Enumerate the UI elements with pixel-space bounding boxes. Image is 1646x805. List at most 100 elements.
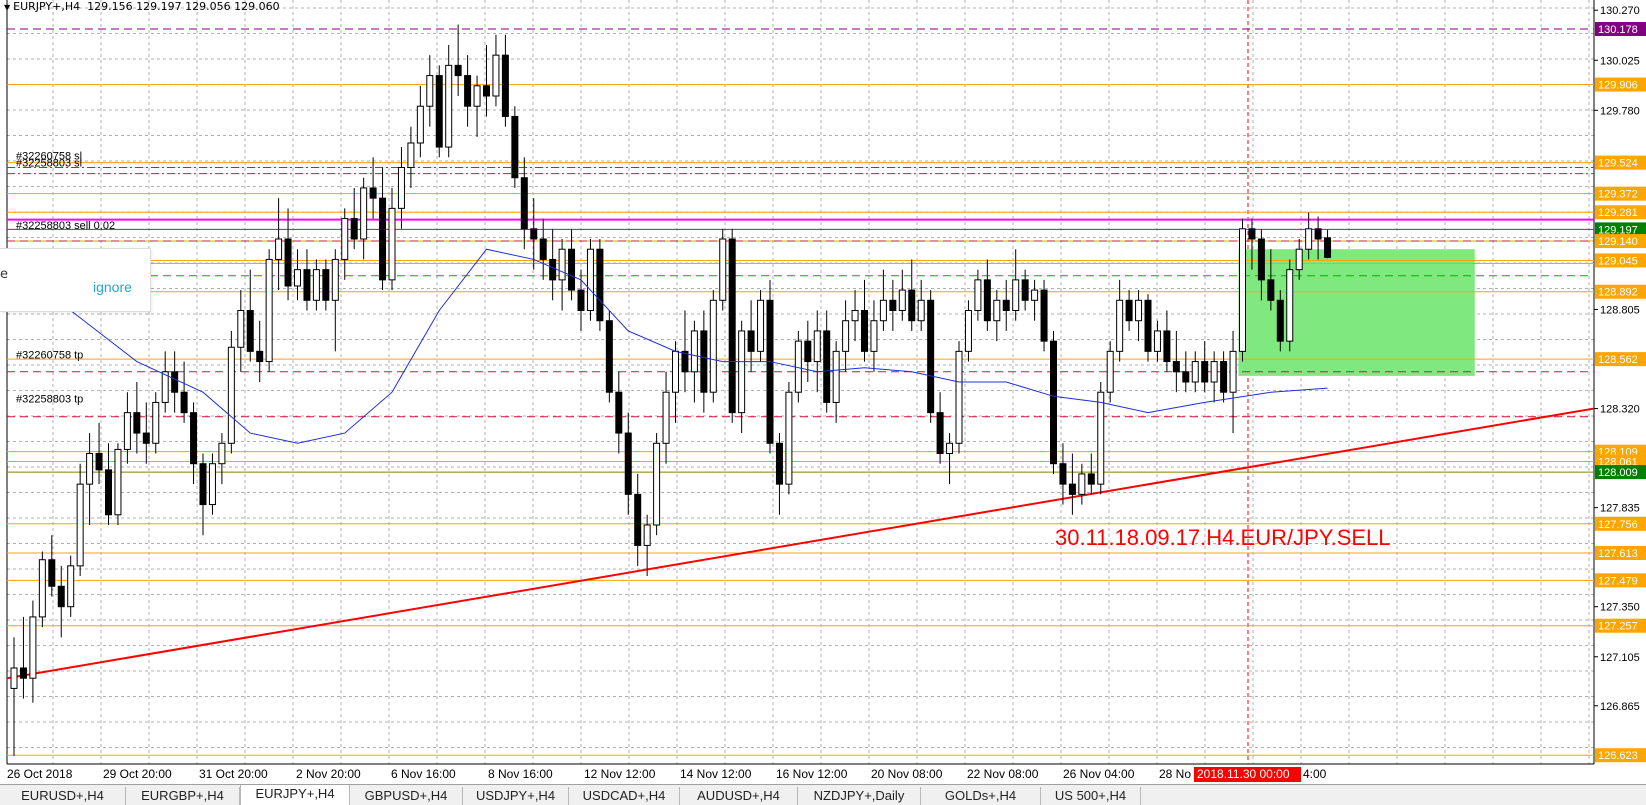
chart-header: ▼ EURJPY+,H4 129.156 129.197 129.056 129.… (4, 0, 280, 13)
candle (1201, 341, 1209, 393)
candle (199, 453, 207, 536)
price-tag-label: 129.281 (1598, 207, 1638, 219)
chart-tab[interactable]: NZDJPY+,Daily (798, 787, 921, 805)
candle-body (57, 585, 65, 608)
candle (312, 259, 320, 311)
candle (19, 616, 27, 699)
candle (823, 310, 831, 413)
time-label: 20 Nov 08:00 (871, 767, 943, 781)
price-tick-label: 127.105 (1600, 652, 1640, 664)
candle-body (794, 340, 802, 393)
time-label: 16 Nov 12:00 (776, 767, 848, 781)
candle (719, 228, 727, 311)
ignore-link[interactable]: ignore (93, 279, 132, 295)
price-tick-label: 126.865 (1600, 701, 1640, 713)
chart-tab[interactable]: GBPUSD+,H4 (350, 787, 463, 805)
candle-body (861, 310, 868, 352)
price-tag-label: 127.756 (1598, 519, 1638, 531)
candle (539, 218, 547, 280)
candle-body (1172, 361, 1180, 373)
candle-body (1257, 238, 1265, 281)
price-tick-label: 130.270 (1600, 5, 1640, 17)
candle-body (870, 320, 878, 352)
candle (1286, 259, 1294, 352)
candle (964, 300, 972, 362)
candle-body (303, 269, 311, 301)
time-label: 29 Oct 20:00 (103, 767, 172, 781)
chart-tab[interactable]: GOLDs+,H4 (921, 787, 1041, 805)
candle-body (983, 279, 991, 322)
order-label: #32258803 tp (16, 393, 83, 405)
candle-body (237, 310, 245, 348)
price-tag-label: 126.623 (1598, 750, 1638, 762)
price-chart[interactable]: #32260758 sl#32258803 sl#32258803 sell 0… (0, 0, 1646, 804)
candle (520, 157, 528, 250)
candle-body (1267, 279, 1275, 301)
candle (1012, 249, 1020, 321)
chart-tab[interactable]: USDCAD+,H4 (569, 787, 680, 805)
candle-body (492, 54, 500, 97)
candle-body (728, 238, 736, 414)
price-tick-label: 127.835 (1600, 503, 1640, 515)
candle-body (757, 299, 765, 352)
candle-body (634, 493, 642, 546)
candle-body (964, 310, 972, 352)
candle-body (407, 142, 415, 169)
time-label: 12 Nov 12:00 (584, 767, 656, 781)
candle-body (766, 299, 774, 444)
candle-body (1021, 279, 1029, 301)
candle-body (1116, 299, 1124, 352)
chart-tab[interactable]: EURGBP+,H4 (126, 787, 240, 805)
chart-tab[interactable]: EURJPY+,H4 (240, 785, 350, 805)
time-label: 22 Nov 08:00 (967, 767, 1039, 781)
candle-body (1220, 361, 1228, 393)
side-popup: e ignore (0, 248, 151, 312)
chart-tab[interactable]: EURUSD+,H4 (0, 787, 126, 805)
candle-body (473, 85, 481, 107)
candle-body (643, 524, 651, 546)
candle (1068, 453, 1076, 515)
candle (1097, 382, 1105, 495)
candle-body (1239, 228, 1246, 352)
candle (218, 433, 226, 485)
candle-body (501, 54, 509, 117)
candle (634, 473, 642, 566)
candle-body (1012, 279, 1020, 312)
candle-body (246, 310, 254, 352)
time-highlight-label: 2018.11.30 00:00 (1197, 767, 1290, 781)
candle (605, 310, 613, 403)
candle (917, 279, 925, 331)
price-tag-label: 129.045 (1598, 255, 1638, 267)
candle (142, 402, 150, 464)
candle-body (331, 258, 339, 301)
chart-tab[interactable]: US 500+,H4 (1041, 787, 1141, 805)
candle (1153, 320, 1161, 362)
candle-body (936, 412, 944, 454)
chart-tab[interactable]: USDJPY+,H4 (463, 787, 569, 805)
chart-tab[interactable]: AUDUSD+,H4 (680, 787, 798, 805)
candle-body (586, 248, 594, 312)
candle-body (1153, 330, 1161, 352)
candle-body (568, 248, 576, 291)
candle-body (341, 218, 349, 260)
candle-body (379, 197, 387, 281)
order-label: #32258803 sl (16, 158, 82, 170)
candle-body (1106, 350, 1114, 393)
candle-body (265, 258, 273, 363)
candle-body (284, 238, 292, 287)
candle (1182, 351, 1190, 393)
dropdown-icon[interactable]: ▼ (4, 3, 10, 12)
price-tag-label: 127.613 (1598, 548, 1638, 560)
candle-body (549, 258, 557, 281)
candle-body (1182, 371, 1190, 383)
candle (180, 361, 188, 423)
time-label: 26 Oct 2018 (7, 767, 73, 781)
candle-body (369, 187, 377, 199)
candle (369, 157, 377, 219)
candle (76, 463, 84, 577)
candle-body (360, 187, 368, 240)
candle-body (804, 340, 812, 363)
candle (568, 228, 576, 301)
candle-body (653, 442, 661, 526)
candle-body (483, 85, 490, 97)
